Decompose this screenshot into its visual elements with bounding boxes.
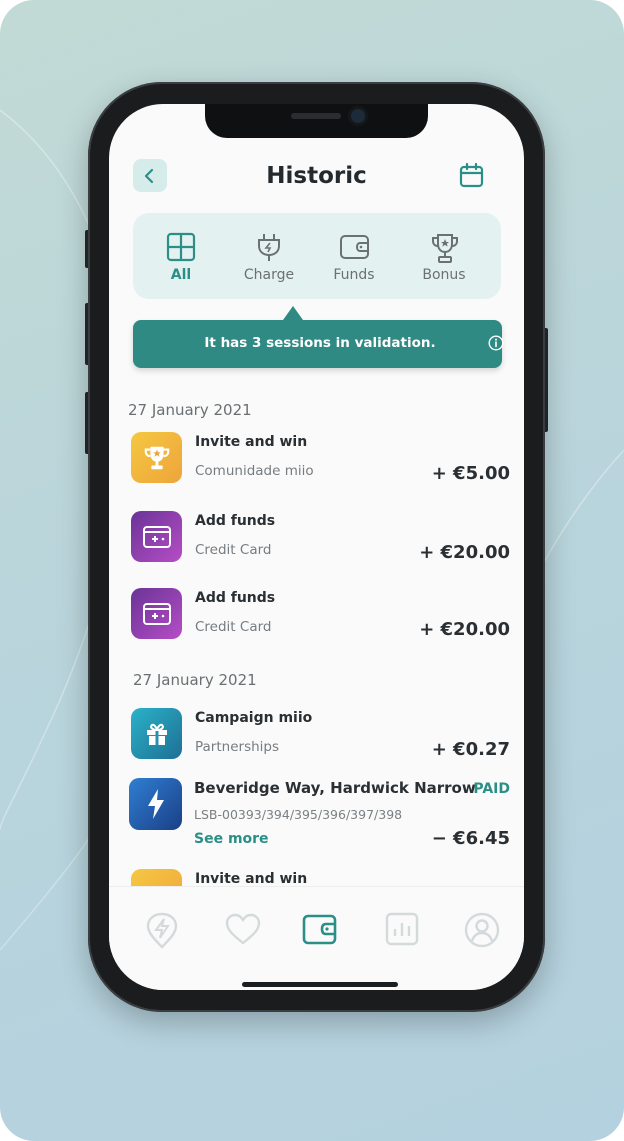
tab-funds-label: Funds [333, 267, 375, 283]
bolt-pin-icon[interactable] [145, 912, 179, 950]
charge-session-item[interactable]: Beveridge Way, Hardwick Narrow PAID LSB-… [109, 778, 524, 858]
item-amount: − €6.45 [431, 828, 510, 849]
app-screen: Historic All Charge Funds Bonus It has 3… [109, 104, 524, 990]
profile-icon[interactable] [464, 912, 500, 948]
item-amount: + €20.00 [419, 619, 510, 640]
validation-banner[interactable]: It has 3 sessions in validation. [133, 306, 504, 368]
item-amount: + €0.27 [431, 739, 510, 760]
charge-sessions: LSB-00393/394/395/396/397/398 [194, 807, 403, 822]
filter-tabs: All Charge Funds Bonus [133, 213, 501, 299]
transaction-list: 27 January 2021 Invite and win Comunidad… [109, 389, 524, 889]
list-item[interactable]: Add funds Credit Card + €20.00 [109, 588, 524, 648]
list-item[interactable]: Add funds Credit Card + €20.00 [109, 511, 524, 571]
item-amount: + €20.00 [419, 542, 510, 563]
wallet-add-icon [131, 511, 182, 562]
lightning-icon [129, 778, 182, 830]
item-subtitle: Partnerships [195, 739, 280, 755]
item-title: Add funds [195, 513, 276, 529]
item-amount: + €5.00 [431, 463, 510, 484]
date-header: 27 January 2021 [133, 671, 257, 689]
tab-charge-label: Charge [243, 267, 295, 283]
camera [351, 109, 365, 123]
wallet-icon [340, 235, 369, 259]
tab-all[interactable]: All [141, 213, 221, 299]
item-title: Add funds [195, 590, 276, 606]
item-subtitle: Credit Card [195, 619, 272, 635]
item-title: Campaign miio [195, 710, 313, 726]
trophy-icon [432, 234, 458, 263]
home-indicator[interactable] [242, 982, 398, 987]
tab-all-label: All [170, 267, 192, 283]
info-icon[interactable] [488, 335, 504, 351]
gift-icon [131, 708, 182, 759]
tab-bonus-label: Bonus [422, 267, 466, 283]
banner-text: It has 3 sessions in validation. [204, 335, 436, 351]
tab-charge[interactable]: Charge [229, 213, 309, 299]
grid-icon [166, 232, 196, 262]
bottom-nav [109, 886, 524, 990]
tab-funds[interactable]: Funds [314, 213, 394, 299]
item-subtitle: Credit Card [195, 542, 272, 558]
wallet-add-icon [131, 588, 182, 639]
wallet-icon[interactable] [302, 912, 338, 946]
chart-icon[interactable] [385, 912, 419, 946]
list-item[interactable]: Invite and win Comunidade miio + €5.00 [109, 432, 524, 492]
banner-pointer [283, 306, 303, 320]
heart-icon[interactable] [224, 912, 262, 946]
calendar-icon[interactable] [458, 162, 485, 189]
item-title: Invite and win [195, 871, 308, 887]
charge-location: Beveridge Way, Hardwick Narrow [194, 779, 476, 797]
status-badge: PAID [473, 781, 510, 797]
plug-icon [258, 234, 280, 261]
see-more-link[interactable]: See more [194, 831, 269, 847]
list-item[interactable]: Campaign miio Partnerships + €0.27 [109, 708, 524, 768]
header: Historic [109, 159, 524, 199]
notch [205, 104, 428, 138]
speaker [291, 113, 341, 119]
trophy-icon [131, 432, 182, 483]
tab-bonus[interactable]: Bonus [404, 213, 484, 299]
date-header: 27 January 2021 [128, 401, 252, 419]
item-subtitle: Comunidade miio [195, 463, 314, 479]
item-title: Invite and win [195, 434, 308, 450]
